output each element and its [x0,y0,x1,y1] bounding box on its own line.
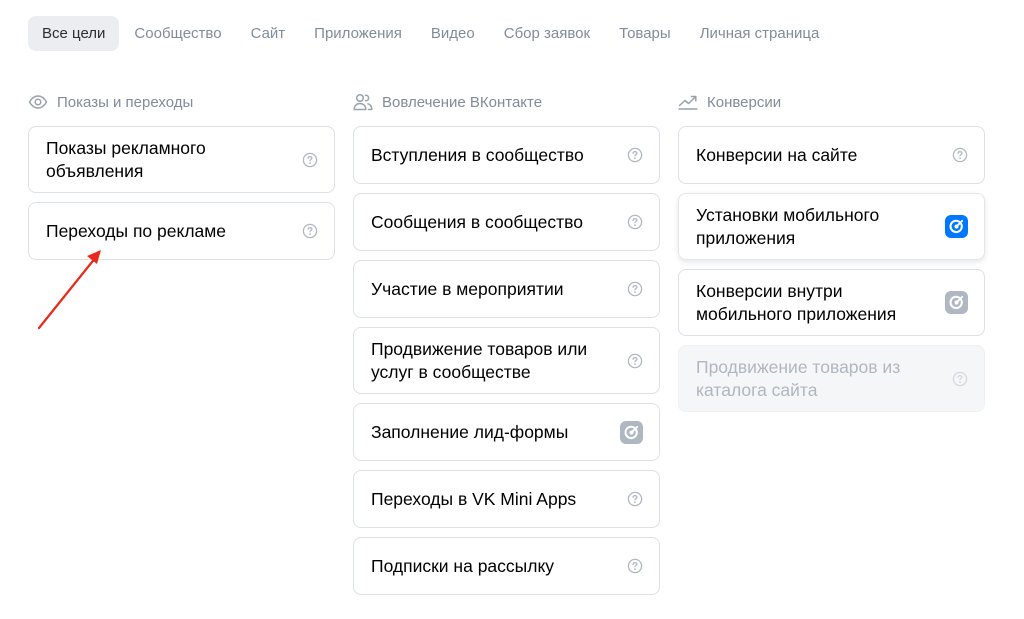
goal-card-label: Сообщения в сообщество [371,211,583,232]
goal-card-label: Установки мобильного приложения [696,204,880,248]
help-icon[interactable] [302,223,318,239]
help-icon[interactable] [627,147,643,163]
goal-card-community-products[interactable]: Продвижение товаров или услуг в сообщест… [353,327,660,394]
help-icon[interactable] [627,281,643,297]
goal-category-tabs: Все цели Сообщество Сайт Приложения Виде… [28,16,834,51]
goal-card-site-conversions[interactable]: Конверсии на сайте [678,126,985,184]
column-title: Конверсии [707,93,782,111]
help-icon[interactable] [627,491,643,507]
tab-video[interactable]: Видео [417,16,489,51]
goal-card-label: Переходы в VK Mini Apps [371,488,577,509]
tab-site[interactable]: Сайт [237,16,300,51]
goal-card-label: Продвижение товаров или услуг в сообщест… [371,338,588,382]
column-header: Вовлечение ВКонтакте [353,92,660,112]
goal-card-app-installs[interactable]: Установки мобильного приложения [678,193,985,260]
column-title: Вовлечение ВКонтакте [382,93,543,111]
help-icon[interactable] [627,214,643,230]
help-icon[interactable] [952,147,968,163]
goal-card-community-messages[interactable]: Сообщения в сообщество [353,193,660,251]
tab-all-goals[interactable]: Все цели [28,16,120,51]
goal-card-ad-impressions[interactable]: Показы рекламного объявления [28,126,335,193]
users-icon [353,92,373,112]
goal-card-label: Продвижение товаров из каталога сайта [696,356,901,400]
target-app-icon-gray [620,420,643,444]
goal-card-in-app-conversions[interactable]: Конверсии внутри мобильного приложения [678,269,985,336]
target-app-icon-blue [945,215,968,238]
trend-icon [678,92,698,112]
help-icon [952,371,968,387]
goal-card-catalog-products: Продвижение товаров из каталога сайта [678,345,985,412]
goal-card-newsletter-subscriptions[interactable]: Подписки на рассылку [353,537,660,595]
goal-card-community-joins[interactable]: Вступления в сообщество [353,126,660,184]
column-header: Показы и переходы [28,92,335,112]
goal-card-label: Переходы по рекламе [46,220,227,241]
help-icon[interactable] [627,558,643,574]
goal-card-label: Конверсии на сайте [696,144,858,165]
target-app-icon-gray [945,291,968,314]
goal-card-label: Заполнение лид-формы [371,421,569,442]
goal-card-label: Вступления в сообщество [371,144,584,165]
tab-personal-page[interactable]: Личная страница [686,16,834,51]
goal-card-ad-clicks[interactable]: Переходы по рекламе [28,202,335,260]
column-header: Конверсии [678,92,985,112]
goal-card-label: Показы рекламного объявления [46,137,206,181]
column-views-and-clicks: Показы и переходы Показы рекламного объя… [28,92,335,269]
tab-products[interactable]: Товары [605,16,685,51]
goal-card-label: Участие в мероприятии [371,278,564,299]
help-icon[interactable] [302,152,318,168]
goal-card-label: Конверсии внутри мобильного приложения [696,280,897,324]
goal-card-vk-mini-apps[interactable]: Переходы в VK Mini Apps [353,470,660,528]
tab-community[interactable]: Сообщество [120,16,235,51]
goal-card-lead-form[interactable]: Заполнение лид-формы [353,403,660,461]
eye-icon [28,92,48,112]
column-title: Показы и переходы [57,93,194,111]
column-conversions: Конверсии Конверсии на сайте Установки м… [678,92,985,421]
column-vk-engagement: Вовлечение ВКонтакте Вступления в сообще… [353,92,660,604]
goal-card-event-participation[interactable]: Участие в мероприятии [353,260,660,318]
help-icon[interactable] [627,353,643,369]
goal-card-label: Подписки на рассылку [371,555,555,576]
tab-apps[interactable]: Приложения [300,16,416,51]
tab-lead-collection[interactable]: Сбор заявок [490,16,604,51]
